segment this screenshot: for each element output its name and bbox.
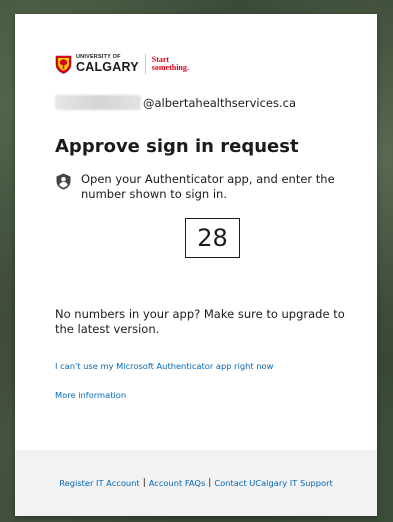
email-domain: @albertahealthservices.ca [143,95,297,110]
footer-faq-link[interactable]: Account FAQs [149,478,206,488]
sign-in-card: UNIVERSITY OF CALGARY Start something. @… [15,14,377,516]
page-title: Approve sign in request [55,136,299,157]
tagline: Start something. [151,55,189,73]
footer-separator: | [142,478,146,488]
university-logo: UNIVERSITY OF CALGARY Start something. [55,54,189,74]
sign-in-number: 28 [185,218,240,258]
account-identity: @albertahealthservices.ca [55,95,296,110]
tagline-line-2: something. [151,63,189,72]
footer-separator: | [208,478,212,488]
more-information-link[interactable]: More information [55,390,126,400]
university-shield-icon [55,55,72,74]
footer: Register IT Account | Account FAQs | Con… [15,450,377,516]
instruction-row: Open your Authenticator app, and enter t… [55,172,345,202]
authenticator-lock-icon [56,173,71,190]
cant-use-authenticator-link[interactable]: I can't use my Microsoft Authenticator a… [55,361,273,371]
instruction-text: Open your Authenticator app, and enter t… [81,172,335,201]
logo-divider [144,54,146,74]
redacted-username [55,95,141,110]
footer-contact-link[interactable]: Contact UCalgary IT Support [214,478,332,488]
upgrade-note: No numbers in your app? Make sure to upg… [55,307,345,336]
university-name: CALGARY [76,59,139,74]
footer-register-link[interactable]: Register IT Account [59,478,139,488]
